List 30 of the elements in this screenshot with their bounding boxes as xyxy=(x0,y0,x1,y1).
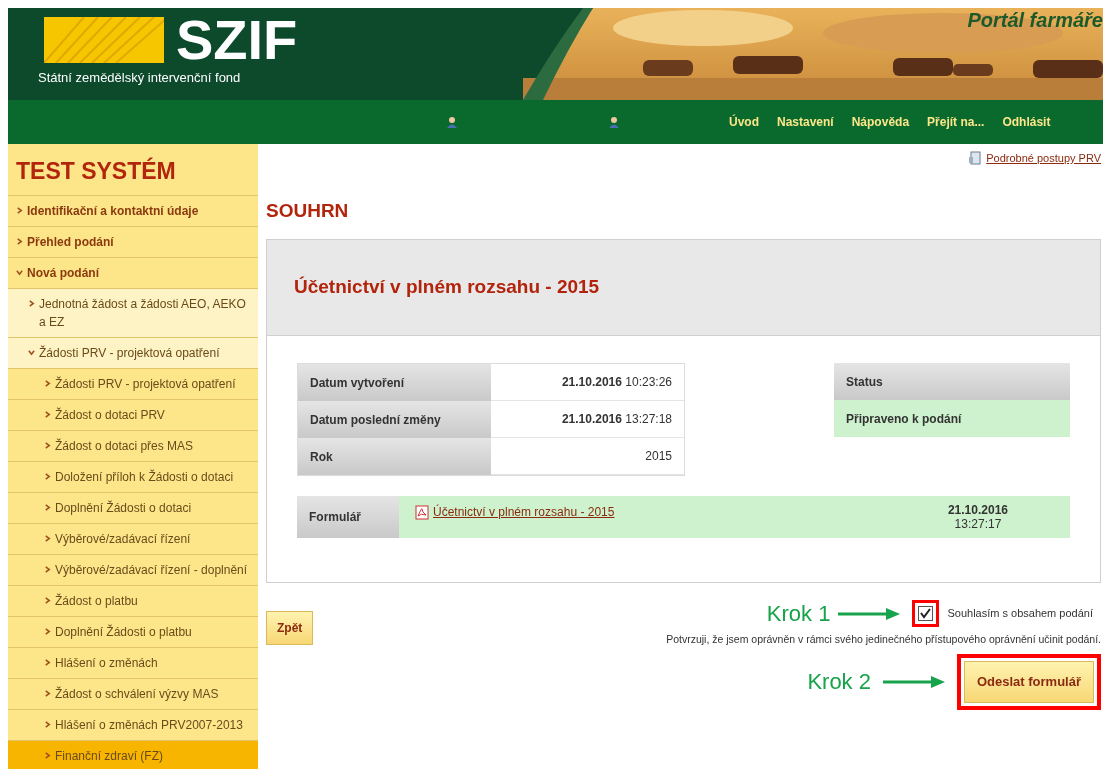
status-header: Status xyxy=(834,363,1070,400)
info-label: Datum poslední změny xyxy=(298,401,491,438)
form-time: 13:27:17 xyxy=(954,517,1002,531)
logo-text: SZIF xyxy=(176,12,298,68)
portal-title: Portál farmáře xyxy=(967,8,1103,32)
nav-link[interactable]: Nastavení xyxy=(768,113,843,131)
submit-button[interactable]: Odeslat formulář xyxy=(963,660,1094,703)
sidebar-item[interactable]: Jednotná žádost a žádosti AEO, AEKO a EZ xyxy=(8,288,258,338)
nav-link[interactable]: Přejít na... xyxy=(918,113,994,131)
form-link[interactable]: Účetnictví v plném rozsahu - 2015 xyxy=(433,503,615,521)
form-date: 21.10.2016 xyxy=(947,503,1008,517)
logo-subtitle: Státní zemědělský intervenční fond xyxy=(38,69,241,87)
status-value: Připraveno k podání xyxy=(834,400,1070,437)
nav-link[interactable]: Nápověda xyxy=(842,113,919,131)
info-label: Rok xyxy=(298,438,491,475)
form-label: Formulář xyxy=(297,496,399,538)
nav-link[interactable]: Odhlásit xyxy=(993,113,1060,131)
back-button[interactable]: Zpět xyxy=(266,611,314,645)
sidebar-item[interactable]: Finanční zdraví (FZ) xyxy=(8,740,258,769)
step-label: Krok 1 xyxy=(766,600,831,628)
help-link[interactable]: Podrobné postupy PRV xyxy=(986,150,1101,167)
info-label: Datum vytvoření xyxy=(298,364,491,401)
sidebar-title: TEST SYSTÉM xyxy=(8,144,258,196)
sidebar-item[interactable]: Žádosti PRV - projektová opatření xyxy=(8,337,258,369)
consent-label: Souhlasím s obsahem podání xyxy=(947,606,1093,622)
consent-note: Potvrzuji, že jsem oprávněn v rámci svého jedinečného přístupového oprávnění učinit podání. xyxy=(666,632,1101,647)
page-heading: SOUHRN xyxy=(266,198,350,223)
panel-title: Účetnictví v plném rozsahu - 2015 xyxy=(267,240,1100,336)
step-label: Krok 2 xyxy=(807,668,871,697)
nav-link[interactable]: Úvod xyxy=(720,113,768,131)
